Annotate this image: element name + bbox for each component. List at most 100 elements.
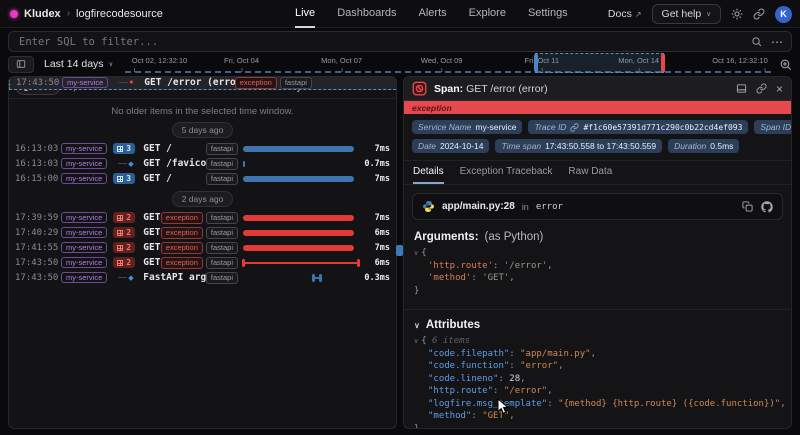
trace-row[interactable]: 16:13:03 my-service 3 GET / fastapi 7ms (9, 141, 396, 156)
tag-fastapi: fastapi (206, 242, 238, 254)
selection-start-handle[interactable] (534, 54, 538, 72)
zoom-in-button[interactable] (779, 58, 792, 71)
duration-track (243, 240, 359, 255)
code-line: } (414, 423, 781, 430)
nav-alerts[interactable]: Alerts (419, 0, 447, 28)
tag-exception: exception (161, 242, 203, 254)
tab-raw-data[interactable]: Raw Data (568, 161, 612, 184)
row-timestamp: 17:43:50 (15, 258, 61, 268)
tag-fastapi: fastapi (206, 212, 238, 224)
more-options-button[interactable]: ⋯ (771, 35, 784, 49)
child-count-badge[interactable]: 2 (113, 227, 135, 238)
child-count-badge[interactable]: 2 (113, 212, 135, 223)
org-name[interactable]: Kludex (24, 8, 61, 20)
time-range-bar: Last 14 days ∨ Oct 02, 12:32:10Fri, Oct … (8, 55, 792, 73)
search-icon (751, 36, 762, 47)
row-timestamp: 17:39:59 (15, 213, 61, 223)
diamond-marker-icon: ◆ (128, 160, 133, 168)
child-count-badge[interactable]: 2 (113, 257, 135, 268)
detail-tabs: Details Exception Traceback Raw Data (404, 161, 791, 185)
project-name[interactable]: logfirecodesource (76, 8, 163, 20)
child-count-badge[interactable]: 3 (113, 143, 135, 154)
open-in-github-button[interactable] (761, 201, 773, 213)
duration-track (243, 156, 359, 171)
row-duration: 6ms (359, 228, 390, 238)
timeline-selection[interactable] (535, 53, 664, 73)
close-button[interactable]: × (776, 82, 783, 96)
trace-row[interactable]: 17:43:50 my-service ◆ FastAPI arguments … (9, 270, 396, 285)
dock-panel-button[interactable] (736, 82, 747, 96)
meta-trace-id[interactable]: Trace ID #f1c60e57391d771c290c0b22cd4ef0… (528, 120, 748, 134)
span-title: Span: GET /error (error) (434, 83, 548, 95)
service-tag: my-service (61, 173, 107, 184)
row-timestamp: 17:43:50 (16, 78, 62, 88)
breadcrumb-separator-icon: › (67, 8, 70, 19)
trace-row[interactable]: 16:13:03 my-service ◆ GET /favicon.ico f… (9, 156, 396, 171)
row-duration: 0.3ms (359, 273, 390, 283)
theme-toggle-button[interactable] (731, 8, 743, 20)
user-avatar[interactable]: K (775, 6, 792, 23)
trace-row[interactable]: 17:43:50 my-service 2 GET /error excepti… (9, 255, 396, 270)
trace-row[interactable]: 17:41:55 my-service 2 GET /error excepti… (9, 240, 396, 255)
duration-track (243, 210, 359, 225)
nav-explore[interactable]: Explore (469, 0, 506, 28)
duration-track (243, 270, 359, 285)
tag-fastapi: fastapi (280, 77, 312, 89)
trace-row[interactable]: 17:40:29 my-service 2 GET /error excepti… (9, 225, 396, 240)
duration-bar (243, 146, 354, 152)
nav-live[interactable]: Live (295, 0, 315, 28)
service-tag: my-service (61, 272, 107, 283)
timeline-tick: Wed, Oct 09 (421, 56, 463, 65)
span-detail-header: Span: GET /error (error) × (404, 77, 791, 101)
panel-resize-handle[interactable] (396, 245, 403, 256)
span-message: GET /error (143, 212, 161, 223)
chevron-down-icon: ∨ (706, 10, 711, 18)
span-message: GET /error (143, 242, 161, 253)
span-message: GET / (143, 173, 206, 184)
tag-fastapi: fastapi (206, 143, 238, 155)
top-bar: Kludex › logfirecodesource Live Dashboard… (0, 0, 800, 28)
dock-icon (736, 83, 747, 94)
row-timestamp: 17:43:50 (15, 273, 61, 283)
expand-icon (117, 245, 123, 251)
timeline-tick: Fri, Oct 04 (224, 56, 259, 65)
search-button[interactable] (751, 36, 762, 47)
time-range-dropdown[interactable]: Last 14 days ∨ (44, 58, 113, 70)
logfire-logo-icon (10, 10, 18, 18)
trace-row[interactable]: 17:39:59 my-service 2 GET /error excepti… (9, 210, 396, 225)
code-line: "code.lineno": 28, (414, 373, 781, 386)
timeline-tick: Mon, Oct 07 (321, 56, 362, 65)
error-span-icon (412, 81, 427, 96)
code-location-card[interactable]: app/main.py:28 in error (412, 193, 783, 220)
time-group-label: 5 days ago (172, 122, 234, 138)
copy-link-button[interactable] (756, 82, 767, 96)
expand-icon (117, 176, 123, 182)
child-count-badge[interactable]: 2 (113, 242, 135, 253)
nav-dashboards[interactable]: Dashboards (337, 0, 396, 28)
expand-icon (117, 260, 123, 266)
sql-filter-bar: ⋯ (8, 31, 792, 52)
span-message: GET / (143, 143, 206, 154)
expand-icon (117, 146, 123, 152)
dot-marker-icon: ● (129, 79, 133, 86)
get-help-button[interactable]: Get help ∨ (652, 4, 721, 24)
docs-link[interactable]: Docs ↗ (608, 8, 642, 20)
copy-code-button[interactable] (742, 201, 753, 213)
tree-connector (118, 163, 127, 164)
tab-details[interactable]: Details (413, 161, 444, 184)
timeline-track[interactable]: Oct 02, 12:32:10Fri, Oct 04Mon, Oct 07We… (125, 55, 771, 73)
child-count-badge[interactable]: 3 (113, 173, 135, 184)
service-tag: my-service (61, 242, 107, 253)
trace-row[interactable]: 16:15:00 my-service 3 GET / fastapi 7ms (9, 171, 396, 186)
sidebar-toggle-button[interactable] (8, 56, 34, 73)
sql-filter-input[interactable] (8, 31, 792, 52)
error-marker (661, 54, 665, 72)
share-link-button[interactable] (753, 8, 765, 20)
nav-settings[interactable]: Settings (528, 0, 568, 28)
arguments-heading: Arguments: (as Python) (404, 222, 791, 246)
trace-row[interactable]: 17:43:50 my-service ● GET /error (error)… (9, 76, 397, 90)
tab-exception-traceback[interactable]: Exception Traceback (460, 161, 553, 184)
meta-span-id[interactable]: Span ID #416d30c0ccd46cd0 (754, 120, 792, 134)
collapse-chevron-icon: ∨ (414, 321, 420, 330)
attributes-heading[interactable]: ∨ Attributes (404, 310, 791, 334)
